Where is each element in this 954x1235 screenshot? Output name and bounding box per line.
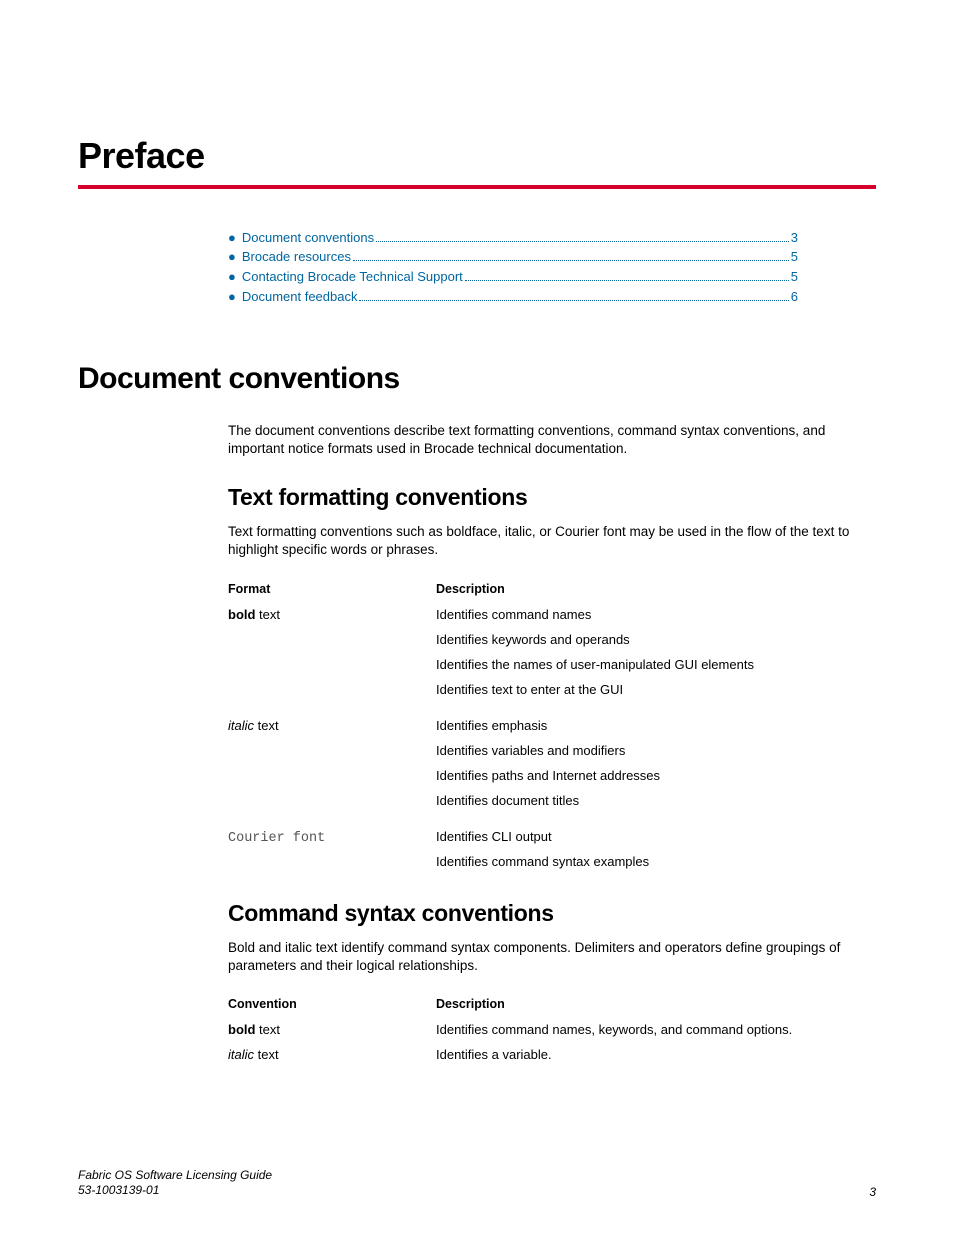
desc-cell: Identifies command names — [436, 602, 876, 627]
footer-page-number: 3 — [869, 1185, 876, 1199]
paragraph: The document conventions describe text f… — [228, 422, 876, 458]
desc-cell: Identifies paths and Internet addresses — [436, 763, 876, 788]
footer-doc-number: 53-1003139-01 — [78, 1183, 272, 1199]
command-syntax-table: Convention Description bold text Identif… — [228, 991, 876, 1067]
table-row: italic text Identifies emphasis — [228, 702, 876, 738]
text: text — [255, 1022, 280, 1037]
table-header-row: Format Description — [228, 576, 876, 602]
minitoc-row[interactable]: ● Document conventions 3 — [228, 229, 798, 245]
table-row: bold text Identifies command names — [228, 602, 876, 627]
leader-dots — [353, 249, 789, 262]
bullet-icon: ● — [228, 249, 236, 264]
format-cell-italic: italic text — [228, 702, 436, 813]
paragraph: Text formatting conventions such as bold… — [228, 523, 876, 559]
minitoc-page: 5 — [791, 269, 798, 284]
col-header-description: Description — [436, 991, 876, 1017]
section-body: The document conventions describe text f… — [228, 422, 876, 1067]
text: text — [254, 718, 279, 733]
table-row: bold text Identifies command names, keyw… — [228, 1017, 876, 1042]
italic-sample: italic — [228, 1047, 254, 1062]
footer-doc-title: Fabric OS Software Licensing Guide — [78, 1168, 272, 1184]
desc-cell: Identifies a variable. — [436, 1042, 876, 1067]
chapter-title: Preface — [78, 135, 876, 177]
paragraph: Bold and italic text identify command sy… — [228, 939, 876, 975]
subsection-heading-text-formatting: Text formatting conventions — [228, 484, 876, 511]
format-cell-bold: bold text — [228, 602, 436, 702]
minitoc-page: 6 — [791, 289, 798, 304]
desc-cell: Identifies the names of user-manipulated… — [436, 652, 876, 677]
convention-cell-italic: italic text — [228, 1042, 436, 1067]
col-header-format: Format — [228, 576, 436, 602]
leader-dots — [376, 229, 789, 242]
table-row: Courier font Identifies CLI output — [228, 813, 876, 849]
minitoc-page: 5 — [791, 249, 798, 264]
minitoc-row[interactable]: ● Brocade resources 5 — [228, 249, 798, 265]
leader-dots — [465, 268, 789, 281]
italic-sample: italic — [228, 718, 254, 733]
minitoc-label: Contacting Brocade Technical Support — [242, 269, 463, 284]
desc-cell: Identifies keywords and operands — [436, 627, 876, 652]
desc-cell: Identifies CLI output — [436, 813, 876, 849]
desc-cell: Identifies emphasis — [436, 702, 876, 738]
mini-toc: ● Document conventions 3 ● Brocade resou… — [228, 229, 798, 304]
col-header-convention: Convention — [228, 991, 436, 1017]
desc-cell: Identifies command syntax examples — [436, 849, 876, 874]
page-footer: Fabric OS Software Licensing Guide 53-10… — [78, 1168, 876, 1199]
minitoc-row[interactable]: ● Document feedback 6 — [228, 288, 798, 304]
document-page: Preface ● Document conventions 3 ● Broca… — [0, 0, 954, 1235]
convention-cell-bold: bold text — [228, 1017, 436, 1042]
bullet-icon: ● — [228, 289, 236, 304]
table-header-row: Convention Description — [228, 991, 876, 1017]
minitoc-label: Document feedback — [242, 289, 358, 304]
bold-sample: bold — [228, 607, 255, 622]
text-formatting-table: Format Description bold text Identifies … — [228, 576, 876, 874]
bullet-icon: ● — [228, 230, 236, 245]
text: text — [255, 607, 280, 622]
footer-left: Fabric OS Software Licensing Guide 53-10… — [78, 1168, 272, 1199]
minitoc-row[interactable]: ● Contacting Brocade Technical Support 5 — [228, 268, 798, 284]
red-rule — [78, 185, 876, 189]
subsection-heading-command-syntax: Command syntax conventions — [228, 900, 876, 927]
table-row: italic text Identifies a variable. — [228, 1042, 876, 1067]
desc-cell: Identifies command names, keywords, and … — [436, 1017, 876, 1042]
col-header-description: Description — [436, 576, 876, 602]
bold-sample: bold — [228, 1022, 255, 1037]
desc-cell: Identifies variables and modifiers — [436, 738, 876, 763]
leader-dots — [359, 288, 788, 301]
minitoc-label: Brocade resources — [242, 249, 351, 264]
desc-cell: Identifies document titles — [436, 788, 876, 813]
bullet-icon: ● — [228, 269, 236, 284]
section-heading-document-conventions: Document conventions — [78, 362, 876, 396]
desc-cell: Identifies text to enter at the GUI — [436, 677, 876, 702]
minitoc-page: 3 — [791, 230, 798, 245]
minitoc-label: Document conventions — [242, 230, 374, 245]
format-cell-courier: Courier font — [228, 813, 436, 874]
text: text — [254, 1047, 279, 1062]
courier-sample: Courier font — [228, 831, 325, 846]
